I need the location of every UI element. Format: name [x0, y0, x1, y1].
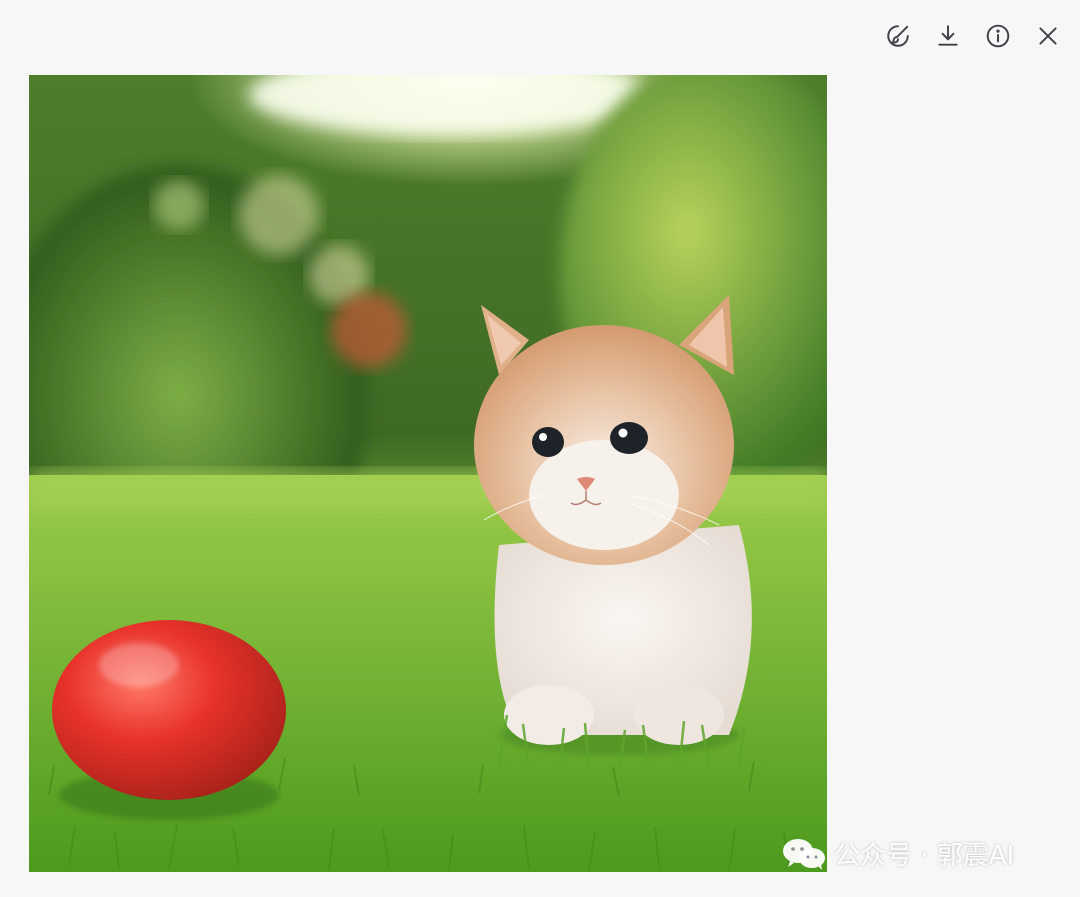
brush-edit-icon — [887, 25, 909, 47]
info-button[interactable] — [980, 18, 1016, 54]
watermark: 公众号 · 郭震AI — [782, 835, 1014, 872]
download-icon — [938, 25, 958, 46]
viewer-toolbar — [880, 18, 1066, 54]
wechat-icon — [783, 838, 825, 870]
close-button[interactable] — [1030, 18, 1066, 54]
watermark-text: 公众号 · 郭震AI — [834, 841, 1015, 871]
close-icon — [1039, 27, 1057, 45]
edit-image-button[interactable] — [880, 18, 916, 54]
image-viewer: 公众号 · 郭震AI — [0, 0, 1080, 897]
kitten-apple-garden-image — [29, 75, 827, 872]
download-button[interactable] — [930, 18, 966, 54]
info-icon — [986, 24, 1010, 48]
